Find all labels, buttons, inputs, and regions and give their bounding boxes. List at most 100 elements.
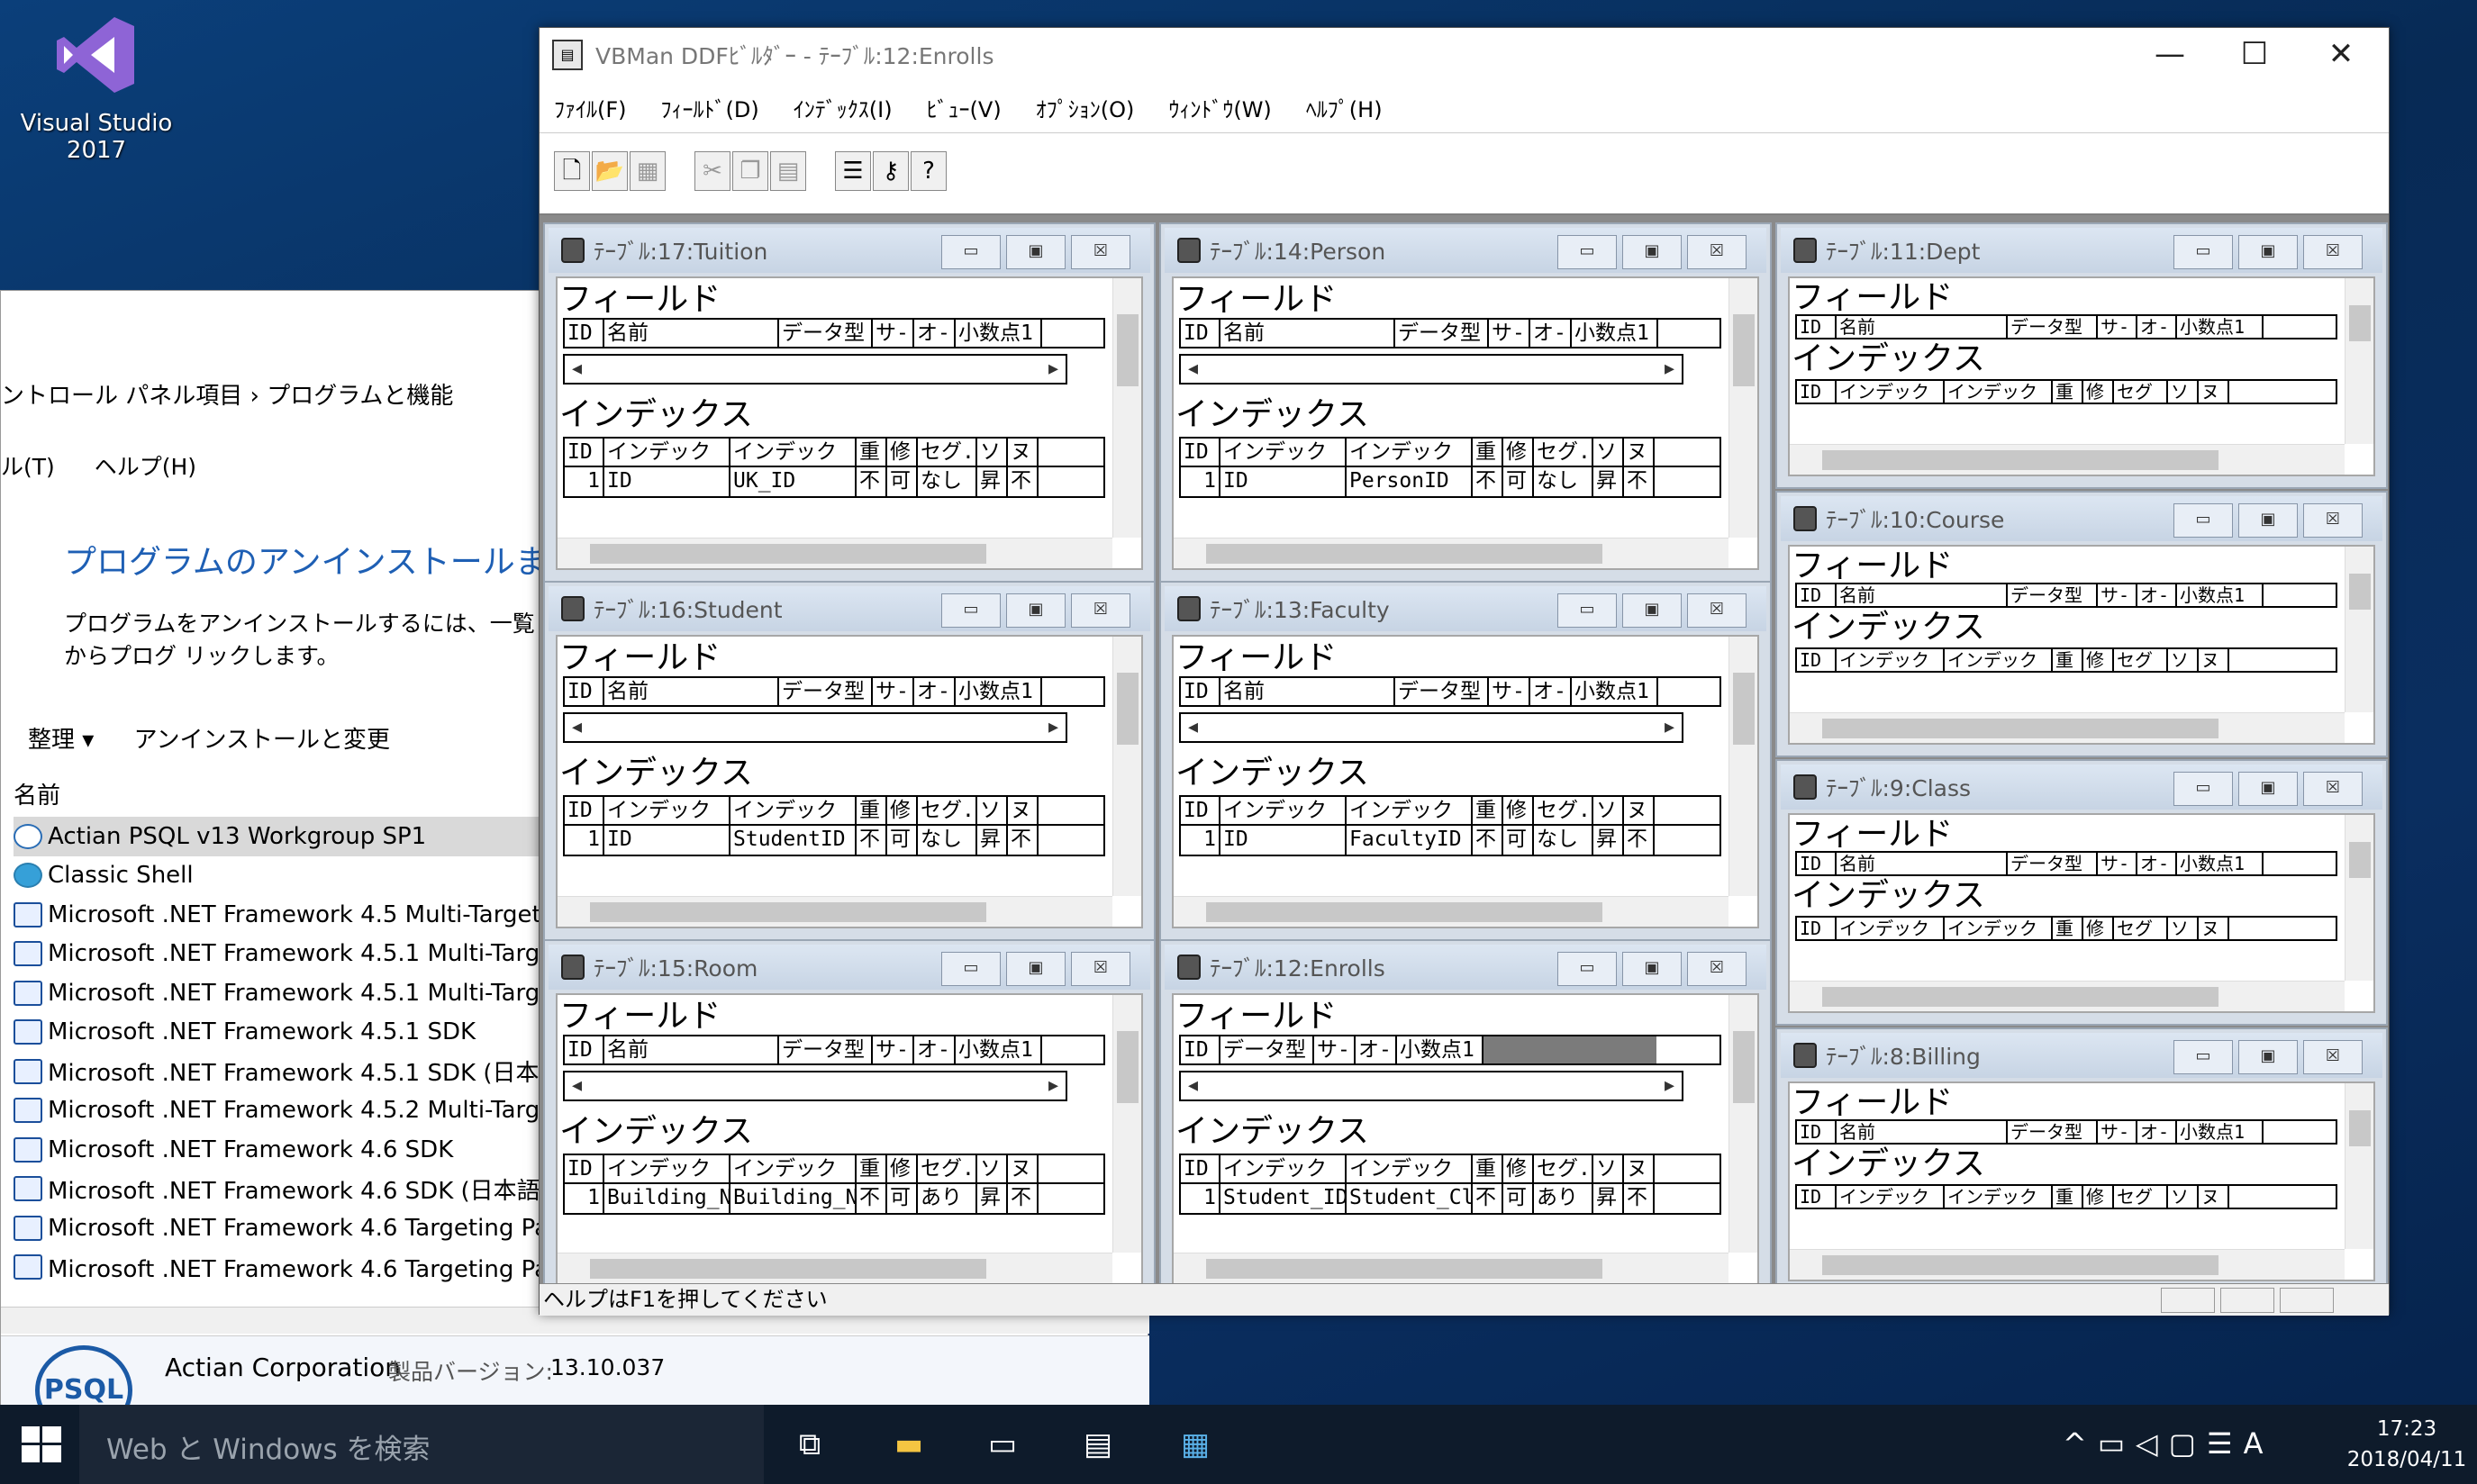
help-icon[interactable]: ? <box>911 151 947 191</box>
horizontal-scrollbar[interactable] <box>1174 538 1728 568</box>
close-button[interactable]: ✕ <box>2296 28 2386 82</box>
document-icon[interactable]: ▤ <box>1072 1419 1124 1470</box>
volume-icon[interactable]: ◁ <box>2136 1426 2169 1461</box>
paste-icon[interactable]: ▤ <box>770 151 806 191</box>
field-grid-header[interactable]: ID 名前 データ型 サ- オ- 小数点1 <box>563 318 1105 348</box>
close-button[interactable]: ☒ <box>2303 503 2363 538</box>
maximize-button[interactable]: ☐ <box>2209 28 2300 82</box>
vbman-taskbar-icon[interactable]: ▦ <box>1169 1419 1221 1470</box>
table-window-tuition[interactable]: ﾃｰﾌﾞﾙ:17:Tuition ▭ ▣ ☒ フィールド ID 名前 データ型 サ- オ… <box>543 222 1156 583</box>
windows-start-icon[interactable] <box>22 1426 61 1462</box>
index-grid-header[interactable]: ID インデック インデック重修セグ. ソヌ <box>1179 1154 1721 1184</box>
table-window-billing[interactable]: ﾃｰﾌﾞﾙ:8:Billing ▭ ▣ ☒ フィールド ID 名前 データ型 サ- オ-… <box>1775 1027 2388 1294</box>
vertical-scrollbar[interactable] <box>2345 278 2373 444</box>
field-grid-header[interactable]: ID 名前 データ型 サ- オ- 小数点1 <box>1795 851 2337 876</box>
copy-icon[interactable]: ❐ <box>732 151 768 191</box>
index-grid-row[interactable]: 1 ID PersonID 不可なし昇不 <box>1179 467 1721 498</box>
maximize-button[interactable]: ▣ <box>2238 235 2298 269</box>
menu-field[interactable]: ﾌｨｰﾙﾄﾞ(D) <box>661 92 759 123</box>
index-grid-row[interactable]: 1 Building_N Building_N 不可あり昇不 <box>563 1184 1105 1215</box>
index-grid-header[interactable]: ID インデック インデック重修セグ. ソヌ <box>563 1154 1105 1184</box>
index-grid-header[interactable]: ID インデック インデック重修セグソヌ <box>1795 1184 2337 1209</box>
ime-indicator[interactable]: A <box>2244 1426 2274 1461</box>
maximize-button[interactable]: ▣ <box>1006 952 1066 986</box>
field-grid-header[interactable]: ID 名前 データ型 サ- オ- 小数点1 <box>1179 676 1721 707</box>
minimize-button[interactable]: ▭ <box>2173 772 2233 806</box>
organize-button[interactable]: 整理 ▾ <box>28 727 94 754</box>
maximize-button[interactable]: ▣ <box>1622 593 1682 628</box>
field-grid-scrollbar[interactable]: ◂ ▸ <box>1179 1071 1683 1101</box>
save-icon[interactable]: ▦ <box>630 151 666 191</box>
minimize-button[interactable]: ▭ <box>2173 503 2233 538</box>
horizontal-scrollbar[interactable] <box>558 1253 1112 1283</box>
horizontal-scrollbar[interactable] <box>558 538 1112 568</box>
close-button[interactable]: ☒ <box>1687 235 1747 269</box>
field-grid-header[interactable]: ID 名前 データ型 サ- オ- 小数点1 <box>1795 314 2337 339</box>
index-grid-header[interactable]: ID インデック インデック重修セグソヌ <box>1795 379 2337 404</box>
index-grid-header[interactable]: ID インデック インデック重修セグ. ソヌ <box>563 795 1105 826</box>
uninstall-change-button[interactable]: アンインストールと変更 <box>134 727 390 754</box>
menu-index[interactable]: ｲﾝﾃﾞｯｸｽ(I) <box>794 92 893 123</box>
open-folder-icon[interactable]: 📂 <box>592 151 628 191</box>
field-grid-header[interactable]: ID データ型 サ- オ- 小数点1 <box>1179 1035 1721 1065</box>
column-header-name[interactable]: 名前 <box>14 777 60 810</box>
minimize-button[interactable]: ▭ <box>941 593 1001 628</box>
maximize-button[interactable]: ▣ <box>2238 772 2298 806</box>
horizontal-scrollbar[interactable] <box>1174 896 1728 927</box>
minimize-button[interactable]: ▭ <box>1557 593 1617 628</box>
table-window-student[interactable]: ﾃｰﾌﾞﾙ:16:Student ▭ ▣ ☒ フィールド ID 名前 データ型 サ- オ… <box>543 581 1156 941</box>
field-grid-scrollbar[interactable]: ◂ ▸ <box>1179 712 1683 743</box>
horizontal-scrollbar[interactable] <box>1790 712 2345 743</box>
field-grid-header[interactable]: ID 名前 データ型 サ- オ- 小数点1 <box>563 1035 1105 1065</box>
search-box[interactable]: Web と Windows を検索 <box>79 1405 764 1484</box>
network-icon[interactable]: ▭ <box>2098 1426 2136 1461</box>
horizontal-scrollbar[interactable] <box>1790 1249 2345 1280</box>
field-grid-scrollbar[interactable]: ◂ ▸ <box>563 712 1067 743</box>
menu-tools[interactable]: ル(T) <box>1 454 55 480</box>
table-window-person[interactable]: ﾃｰﾌﾞﾙ:14:Person ▭ ▣ ☒ フィールド ID 名前 データ型 サ- オ-… <box>1159 222 1772 583</box>
field-grid-scrollbar[interactable]: ◂ ▸ <box>1179 354 1683 385</box>
field-grid-header[interactable]: ID 名前 データ型 サ- オ- 小数点1 <box>563 676 1105 707</box>
vertical-scrollbar[interactable] <box>2345 547 2373 712</box>
index-grid-header[interactable]: ID インデック インデック重修セグソヌ <box>1795 647 2337 673</box>
close-button[interactable]: ☒ <box>1071 593 1130 628</box>
minimize-button[interactable]: ▭ <box>1557 952 1617 986</box>
field-grid-scrollbar[interactable]: ◂ ▸ <box>563 1071 1067 1101</box>
index-grid-row[interactable]: 1 ID UK_ID 不可なし昇不 <box>563 467 1105 498</box>
close-button[interactable]: ☒ <box>2303 772 2363 806</box>
maximize-button[interactable]: ▣ <box>1006 235 1066 269</box>
vertical-scrollbar[interactable] <box>1112 995 1141 1253</box>
minimize-button[interactable]: ▭ <box>2173 1040 2233 1074</box>
index-grid-header[interactable]: ID インデック インデック重修セグソヌ <box>1795 916 2337 941</box>
minimize-button[interactable]: ▭ <box>2173 235 2233 269</box>
close-button[interactable]: ☒ <box>1071 952 1130 986</box>
close-button[interactable]: ☒ <box>2303 1040 2363 1074</box>
table-window-enrolls[interactable]: ﾃｰﾌﾞﾙ:12:Enrolls ▭ ▣ ☒ フィールド ID データ型 サ- オ- 小… <box>1159 939 1772 1298</box>
vertical-scrollbar[interactable] <box>2345 1083 2373 1249</box>
table-window-room[interactable]: ﾃｰﾌﾞﾙ:15:Room ▭ ▣ ☒ フィールド ID 名前 データ型 サ- オ- 小数… <box>543 939 1156 1298</box>
minimize-button[interactable]: — <box>2125 28 2215 82</box>
notification-icon[interactable]: ☰ <box>2207 1426 2244 1461</box>
horizontal-scrollbar[interactable] <box>1790 981 2345 1011</box>
maximize-button[interactable]: ▣ <box>1006 593 1066 628</box>
maximize-button[interactable]: ▣ <box>2238 1040 2298 1074</box>
maximize-button[interactable]: ▣ <box>1622 952 1682 986</box>
breadcrumb[interactable]: ントロール パネル項目 › プログラムと機能 <box>1 377 453 411</box>
display-icon[interactable]: ▢ <box>2169 1426 2207 1461</box>
close-button[interactable]: ☒ <box>1071 235 1130 269</box>
command-prompt-icon[interactable]: ▭ <box>976 1419 1029 1470</box>
close-button[interactable]: ☒ <box>1687 593 1747 628</box>
horizontal-scrollbar[interactable] <box>1174 1253 1728 1283</box>
vertical-scrollbar[interactable] <box>2345 815 2373 981</box>
minimize-button[interactable]: ▭ <box>941 235 1001 269</box>
vertical-scrollbar[interactable] <box>1728 278 1757 538</box>
index-grid-row[interactable]: 1 ID FacultyID 不可なし昇不 <box>1179 826 1721 856</box>
menu-view[interactable]: ﾋﾞｭｰ(V) <box>927 92 1002 123</box>
properties-icon[interactable]: ☰ <box>835 151 871 191</box>
minimize-button[interactable]: ▭ <box>941 952 1001 986</box>
table-window-class[interactable]: ﾃｰﾌﾞﾙ:9:Class ▭ ▣ ☒ フィールド ID 名前 データ型 サ- オ- 小数… <box>1775 759 2388 1026</box>
vertical-scrollbar[interactable] <box>1728 995 1757 1253</box>
maximize-button[interactable]: ▣ <box>1622 235 1682 269</box>
field-grid-header[interactable]: ID 名前 データ型 サ- オ- 小数点1 <box>1179 318 1721 348</box>
index-grid-row[interactable]: 1 ID StudentID 不可なし昇不 <box>563 826 1105 856</box>
